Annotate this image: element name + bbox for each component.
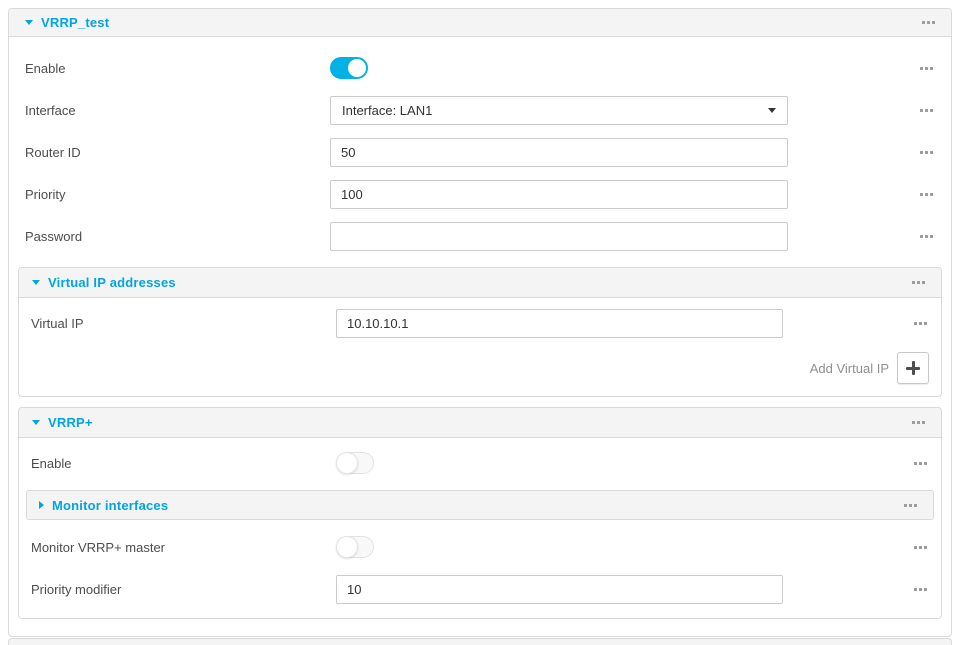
vrrp-plus-enable-toggle[interactable] xyxy=(336,452,374,474)
vrrp-panel-body: Enable Interface Interface: LAN1 Router … xyxy=(9,37,951,633)
vrrp-plus-section-header[interactable]: VRRP+ xyxy=(19,408,941,438)
priority-input[interactable] xyxy=(330,180,788,209)
password-input[interactable] xyxy=(330,222,788,251)
toggle-knob xyxy=(348,59,366,77)
interface-select-value: Interface: LAN1 xyxy=(342,103,432,118)
triangle-right-icon xyxy=(39,501,44,509)
field-label: Enable xyxy=(25,61,330,76)
monitor-interfaces-header[interactable]: Monitor interfaces xyxy=(26,490,934,520)
field-label: Priority modifier xyxy=(31,582,336,597)
field-label: Interface xyxy=(25,103,330,118)
virtual-ip-section-body: Virtual IP Add Virtual IP xyxy=(19,298,941,396)
ellipsis-menu-icon[interactable] xyxy=(918,187,935,202)
ellipsis-menu-icon[interactable] xyxy=(918,61,935,76)
field-label: Virtual IP xyxy=(31,316,336,331)
form-row-password: Password xyxy=(25,215,935,257)
field-label: Router ID xyxy=(25,145,330,160)
enable-toggle[interactable] xyxy=(330,57,368,79)
priority-modifier-input[interactable] xyxy=(336,575,783,604)
vrrp-panel-header[interactable]: VRRP_test xyxy=(9,9,951,37)
ellipsis-menu-icon[interactable] xyxy=(902,498,919,513)
ellipsis-menu-icon[interactable] xyxy=(920,15,937,30)
monitor-master-toggle[interactable] xyxy=(336,536,374,558)
ellipsis-menu-icon[interactable] xyxy=(918,229,935,244)
add-virtual-ip-button[interactable] xyxy=(897,352,929,384)
section-title: Virtual IP addresses xyxy=(48,275,176,290)
ellipsis-menu-icon[interactable] xyxy=(912,582,929,597)
form-row-interface: Interface Interface: LAN1 xyxy=(25,89,935,131)
toggle-knob xyxy=(336,536,358,558)
section-title: VRRP+ xyxy=(48,415,93,430)
field-label: Priority xyxy=(25,187,330,202)
vrrp-plus-section: VRRP+ Enable Monitor interfaces xyxy=(18,407,942,619)
triangle-down-icon xyxy=(32,420,40,425)
add-virtual-ip-label: Add Virtual IP xyxy=(810,361,889,376)
virtual-ip-input[interactable] xyxy=(336,309,783,338)
form-row-priority-modifier: Priority modifier xyxy=(31,568,929,610)
router-id-input[interactable] xyxy=(330,138,788,167)
vrrp-panel: VRRP_test Enable Interface Interface: LA… xyxy=(8,8,952,637)
caret-down-icon xyxy=(768,108,776,113)
form-row-monitor-master: Monitor VRRP+ master xyxy=(31,526,929,568)
triangle-down-icon xyxy=(25,20,33,25)
page: VRRP_test Enable Interface Interface: LA… xyxy=(0,0,960,645)
field-label: Monitor VRRP+ master xyxy=(31,540,336,555)
ellipsis-menu-icon[interactable] xyxy=(912,540,929,555)
virtual-ip-section-header[interactable]: Virtual IP addresses xyxy=(19,268,941,298)
ellipsis-menu-icon[interactable] xyxy=(918,145,935,160)
field-label: Enable xyxy=(31,456,336,471)
triangle-down-icon xyxy=(32,280,40,285)
form-row-enable: Enable xyxy=(25,47,935,89)
ellipsis-menu-icon[interactable] xyxy=(912,316,929,331)
toggle-knob xyxy=(336,452,358,474)
field-label: Password xyxy=(25,229,330,244)
interface-select[interactable]: Interface: LAN1 xyxy=(330,96,788,125)
ellipsis-menu-icon[interactable] xyxy=(918,103,935,118)
ellipsis-menu-icon[interactable] xyxy=(910,415,927,430)
form-row-priority: Priority xyxy=(25,173,935,215)
form-row-vrrp-plus-enable: Enable xyxy=(31,442,929,484)
add-virtual-ip-row: Add Virtual IP xyxy=(31,344,929,388)
section-title: Monitor interfaces xyxy=(52,498,168,513)
form-row-virtual-ip: Virtual IP xyxy=(31,302,929,344)
form-row-router-id: Router ID xyxy=(25,131,935,173)
vrrp-plus-section-body: Enable Monitor interfaces Monitor VRRP+ … xyxy=(19,438,941,618)
panel-title: VRRP_test xyxy=(41,15,109,30)
ellipsis-menu-icon[interactable] xyxy=(912,456,929,471)
bottom-panel-strip xyxy=(8,638,952,645)
plus-icon xyxy=(906,361,920,375)
virtual-ip-section: Virtual IP addresses Virtual IP Add Virt… xyxy=(18,267,942,397)
ellipsis-menu-icon[interactable] xyxy=(910,275,927,290)
